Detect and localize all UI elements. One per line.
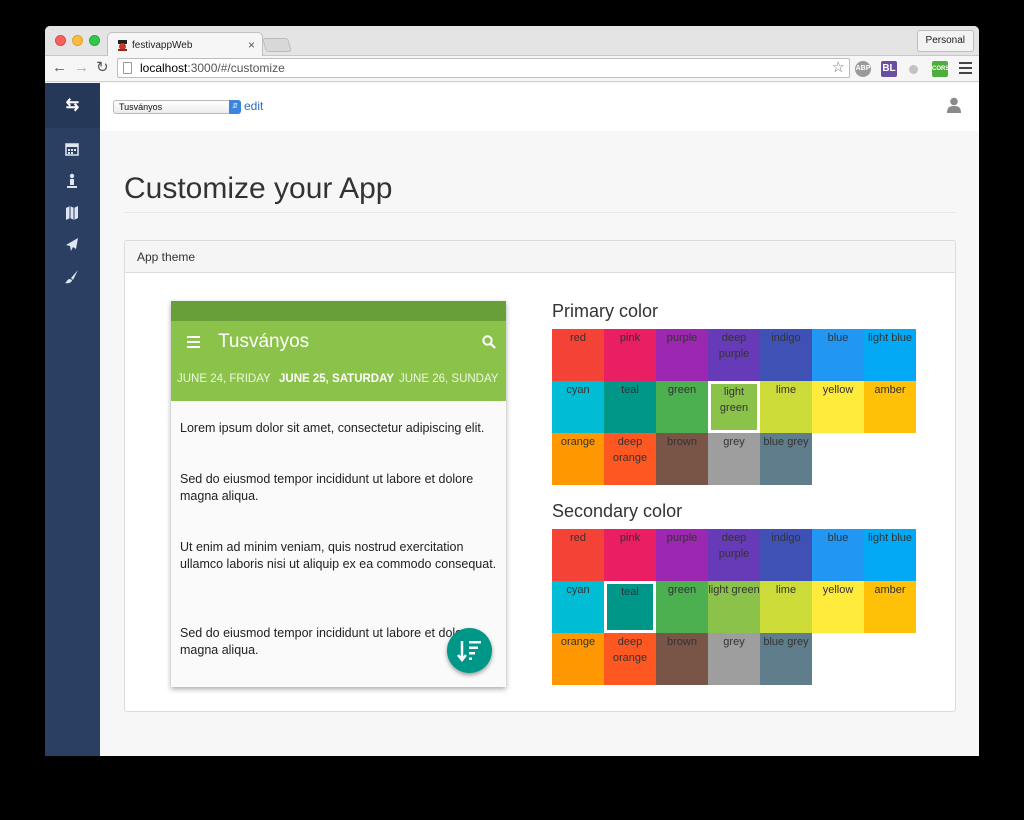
swatch-blue[interactable]: blue (812, 529, 864, 581)
back-arrow-icon[interactable]: ← (52, 59, 67, 77)
swatch-deep-purple[interactable]: deep purple (708, 529, 760, 581)
swatch-green[interactable]: green (656, 381, 708, 433)
swatch-cyan[interactable]: cyan (552, 381, 604, 433)
swatch-purple[interactable]: purple (656, 529, 708, 581)
swatch-lime[interactable]: lime (760, 581, 812, 633)
sidebar: ⇆ (45, 83, 100, 756)
swatch-deep-orange[interactable]: deep orange (604, 433, 656, 485)
swatch-cyan[interactable]: cyan (552, 581, 604, 633)
hamburger-menu-icon (187, 336, 200, 351)
preview-day-tab-active: JUNE 25, SATURDAY (279, 373, 395, 385)
tab-strip: festivappWeb × Personal (45, 26, 979, 57)
browser-tab[interactable]: festivappWeb × (107, 32, 263, 57)
swatch-purple[interactable]: purple (656, 329, 708, 381)
select-arrows-icon: ⇵ (229, 100, 241, 114)
new-tab-button[interactable] (262, 38, 292, 52)
swatch-amber[interactable]: amber (864, 581, 916, 633)
swatch-pink[interactable]: pink (604, 329, 656, 381)
sort-icon (457, 641, 481, 663)
preview-paragraph: Lorem ipsum dolor sit amet, consectetur … (180, 421, 485, 435)
swatch-blue-grey[interactable]: blue grey (760, 633, 812, 685)
zoom-window-button[interactable] (89, 35, 100, 46)
paper-plane-icon[interactable] (62, 237, 82, 253)
adblock-extension-icon[interactable]: ABP (855, 61, 871, 77)
forward-arrow-icon[interactable]: → (74, 59, 89, 77)
festival-select-value: Tusványos (119, 102, 163, 112)
swatch-blue[interactable]: blue (812, 329, 864, 381)
swatch-light-blue[interactable]: light blue (864, 529, 916, 581)
festivapp-favicon-icon (118, 40, 127, 51)
preview-paragraph: Ut enim ad minim veniam, quis nostrud ex… (180, 540, 497, 571)
url-text: localhost:3000/#/customize (140, 61, 285, 75)
user-icon[interactable] (947, 97, 961, 113)
swatch-teal[interactable]: teal (604, 381, 656, 433)
browser-menu-icon[interactable] (959, 62, 972, 77)
swatch-light-green[interactable]: light green (708, 581, 760, 633)
bl-extension-icon[interactable]: BL (881, 61, 897, 77)
page-title: Customize your App (124, 172, 393, 205)
swatch-teal[interactable]: teal (604, 581, 656, 633)
festival-select[interactable]: Tusványos ⇵ (113, 100, 241, 114)
star-icon[interactable]: ☆ (832, 59, 845, 77)
swatch-blue-grey[interactable]: blue grey (760, 433, 812, 485)
profile-button[interactable]: Personal (916, 30, 974, 52)
swatch-orange[interactable]: orange (552, 633, 604, 685)
close-window-button[interactable] (55, 35, 66, 46)
swatch-pink[interactable]: pink (604, 529, 656, 581)
swatch-light-blue[interactable]: light blue (864, 329, 916, 381)
extension-dot-icon[interactable] (909, 65, 918, 74)
page-icon (123, 62, 132, 74)
swatch-deep-purple[interactable]: deep purple (708, 329, 760, 381)
swatch-red[interactable]: red (552, 529, 604, 581)
preview-day-tab: JUNE 24, FRIDAY (177, 373, 271, 385)
search-icon (482, 335, 496, 349)
preview-status-bar (171, 301, 506, 321)
minimize-window-button[interactable] (72, 35, 83, 46)
swatch-lime[interactable]: lime (760, 381, 812, 433)
address-bar[interactable]: localhost:3000/#/customize ☆ (117, 58, 850, 78)
preview-paragraph: Sed do eiusmod tempor incididunt ut labo… (180, 472, 474, 503)
swatch-amber[interactable]: amber (864, 381, 916, 433)
cors-extension-icon[interactable]: CORS (932, 61, 949, 77)
app-theme-panel: App theme Tusványos JUNE 24, FRIDAY JUNE… (124, 240, 956, 712)
sort-fab (447, 628, 492, 673)
swatch-brown[interactable]: brown (656, 433, 708, 485)
swatch-orange[interactable]: orange (552, 433, 604, 485)
swatch-grey[interactable]: grey (708, 433, 760, 485)
swatch-deep-orange[interactable]: deep orange (604, 633, 656, 685)
app-header: Tusványos ⇵ edit (100, 83, 979, 131)
person-icon[interactable] (62, 173, 82, 189)
swatch-indigo[interactable]: indigo (760, 329, 812, 381)
swatch-green[interactable]: green (656, 581, 708, 633)
exchange-icon[interactable]: ⇆ (45, 83, 100, 128)
panel-title: App theme (125, 241, 955, 273)
paint-brush-icon[interactable] (62, 269, 82, 285)
swatch-indigo[interactable]: indigo (760, 529, 812, 581)
preview-day-tab: JUNE 26, SUNDAY (399, 373, 499, 385)
swatch-brown[interactable]: brown (656, 633, 708, 685)
swatch-grey[interactable]: grey (708, 633, 760, 685)
edit-festival-link[interactable]: edit (244, 99, 263, 113)
browser-toolbar: ← → ↻ localhost:3000/#/customize ☆ ABP B… (45, 56, 979, 82)
swatch-red[interactable]: red (552, 329, 604, 381)
browser-window: festivappWeb × Personal ← → ↻ localhost:… (45, 26, 979, 756)
secondary-color-heading: Secondary color (552, 501, 683, 521)
swatch-yellow[interactable]: yellow (812, 381, 864, 433)
map-icon[interactable] (62, 205, 82, 221)
app-preview: Tusványos JUNE 24, FRIDAY JUNE 25, SATUR… (171, 301, 506, 687)
preview-app-title: Tusványos (218, 331, 310, 352)
tab-close-icon[interactable]: × (248, 38, 255, 52)
swatch-yellow[interactable]: yellow (812, 581, 864, 633)
primary-color-heading: Primary color (552, 301, 659, 321)
calendar-icon[interactable] (62, 141, 82, 157)
preview-toolbar: Tusványos JUNE 24, FRIDAY JUNE 25, SATUR… (171, 321, 506, 401)
title-divider (124, 212, 956, 213)
reload-icon[interactable]: ↻ (96, 59, 109, 77)
tab-title: festivappWeb (132, 40, 193, 51)
swatch-light-green[interactable]: light green (708, 381, 760, 433)
